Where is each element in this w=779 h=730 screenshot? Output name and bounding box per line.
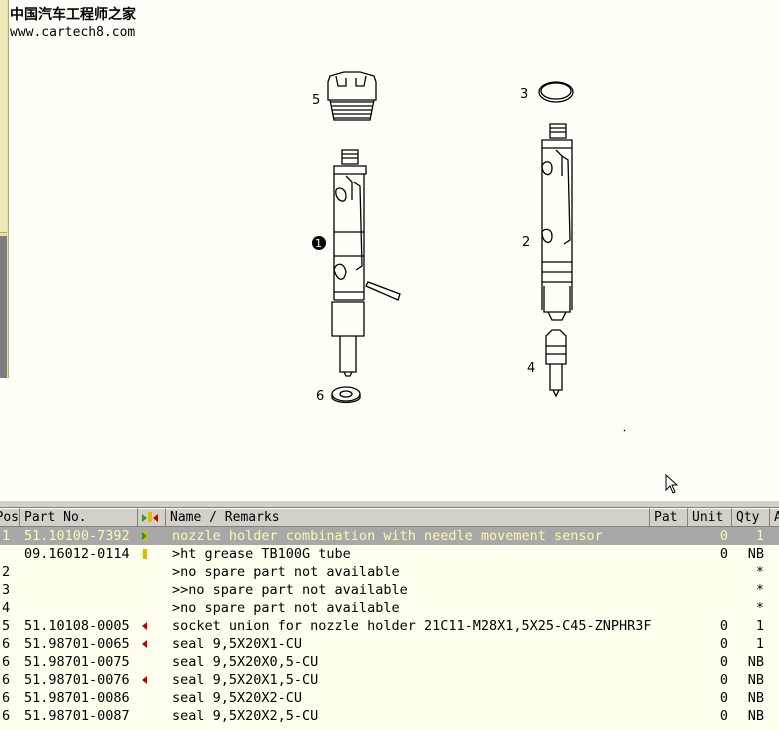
table-row[interactable]: 6 51.98701-0065 seal 9,5X20X1-CU 0 1 (0, 635, 779, 653)
flag-icon (143, 549, 147, 559)
callout-2: 2 (522, 235, 530, 250)
table-row[interactable]: 3 >>no spare part not available * (0, 581, 779, 599)
cell-unit: 0 (719, 708, 728, 724)
cell-name-remarks: >no spare part not available (172, 600, 400, 616)
cell-unit: 0 (719, 528, 728, 544)
header-pat[interactable]: Pat (650, 508, 688, 527)
cell-qty: * (755, 600, 764, 616)
cell-unit: 0 (719, 672, 728, 688)
cell-name-remarks: seal 9,5X20X2-CU (172, 690, 303, 706)
cell-name-remarks: seal 9,5X20X2,5-CU (172, 708, 319, 724)
callout-4: 4 (527, 361, 535, 376)
cell-part-no: 51.98701-0086 (24, 690, 130, 706)
cell-pos: 5 (2, 618, 11, 634)
cell-qty: NB (747, 690, 764, 706)
cell-pos: 6 (2, 636, 11, 652)
part-5-socket-union[interactable] (327, 71, 377, 121)
diagram-drawing: 5 1 6 3 2 4 (312, 71, 626, 432)
table-row[interactable]: 6 51.98701-0075 seal 9,5X20X0,5-CU 0 NB (0, 653, 779, 671)
part-3-ring[interactable] (538, 81, 574, 103)
cell-qty: NB (747, 672, 764, 688)
cell-name-remarks: seal 9,5X20X1-CU (172, 636, 303, 652)
cell-part-no: 51.98701-0087 (24, 708, 130, 724)
cell-pos: 6 (2, 672, 11, 688)
cell-part-no: 51.98701-0065 (24, 636, 130, 652)
cell-part-no: 51.10108-0005 (24, 618, 130, 634)
cell-pos: 6 (2, 708, 11, 724)
cell-part-no: 51.98701-0076 (24, 672, 130, 688)
mouse-cursor-icon (665, 474, 679, 494)
cell-qty: 1 (755, 528, 764, 544)
callout-5: 5 (312, 93, 320, 108)
parts-table: Pos Part No. Name / Remarks Pat Unit Qty… (0, 508, 779, 730)
header-part-no[interactable]: Part No. (20, 508, 138, 527)
cell-part-no: 51.98701-0075 (24, 654, 130, 670)
cell-name-remarks: seal 9,5X20X1,5-CU (172, 672, 319, 688)
cell-qty: NB (747, 708, 764, 724)
table-row[interactable]: 2 >no spare part not available * (0, 563, 779, 581)
header-name-remarks[interactable]: Name / Remarks (166, 508, 650, 527)
header-qty[interactable]: Qty (732, 508, 770, 527)
cell-qty: 1 (755, 618, 764, 634)
part-4-nozzle[interactable] (545, 329, 567, 398)
forward-arrow-icon (142, 532, 147, 540)
cell-unit: 0 (719, 546, 728, 562)
header-unit[interactable]: Unit (688, 508, 732, 527)
cell-unit: 0 (719, 690, 728, 706)
exploded-parts-diagram[interactable]: 中国汽车工程师之家 www.cartech8.com 5 1 6 3 2 4 (0, 0, 779, 500)
table-row[interactable]: 6 51.98701-0076 seal 9,5X20X1,5-CU 0 NB (0, 671, 779, 689)
cell-qty: 1 (755, 636, 764, 652)
back-icon (153, 514, 158, 522)
header-indicator[interactable] (138, 508, 166, 527)
header-extra[interactable]: A (770, 508, 779, 527)
cell-unit: 0 (719, 618, 728, 634)
cell-name-remarks: socket union for nozzle holder 21C11-M28… (172, 618, 652, 634)
callout-6: 6 (316, 389, 324, 404)
cell-part-no: 09.16012-0114 (24, 546, 130, 562)
cell-name-remarks: >no spare part not available (172, 564, 400, 580)
cell-qty: NB (747, 654, 764, 670)
part-2-holder-body[interactable] (541, 123, 573, 321)
back-arrow-icon (142, 676, 147, 684)
flag-icon (148, 512, 152, 522)
cell-qty: NB (747, 546, 764, 562)
cell-pos: 6 (2, 654, 11, 670)
table-row[interactable]: 6 51.98701-0086 seal 9,5X20X2-CU 0 NB (0, 689, 779, 707)
cell-unit: 0 (719, 654, 728, 670)
forward-icon (142, 514, 147, 522)
cell-pos: 1 (2, 528, 11, 544)
cell-pos: 2 (2, 564, 11, 580)
cell-name-remarks: seal 9,5X20X0,5-CU (172, 654, 319, 670)
cell-pos: 4 (2, 600, 11, 616)
part-6-seal[interactable] (331, 386, 361, 404)
header-pos[interactable]: Pos (0, 508, 20, 527)
cell-qty: * (755, 564, 764, 580)
table-row[interactable]: 4 >no spare part not available * (0, 599, 779, 617)
table-row[interactable]: 1 51.10100-7392 nozzle holder combination … (0, 527, 779, 545)
cell-unit: 0 (719, 636, 728, 652)
table-row[interactable]: 6 51.98701-0087 seal 9,5X20X2,5-CU 0 NB (0, 707, 779, 725)
cell-part-no: 51.10100-7392 (24, 528, 130, 544)
cell-pos: 3 (2, 582, 11, 598)
callout-3: 3 (520, 87, 528, 102)
cell-name-remarks: nozzle holder combination with needle mo… (172, 528, 603, 544)
cell-qty: * (755, 582, 764, 598)
back-arrow-icon (142, 622, 147, 630)
pane-splitter[interactable] (0, 500, 779, 508)
cell-pos: 6 (2, 690, 11, 706)
back-arrow-icon (142, 640, 147, 648)
cell-name-remarks: >>no spare part not available (172, 582, 408, 598)
table-row[interactable]: 09.16012-0114 >ht grease TB100G tube 0 NB (0, 545, 779, 563)
cell-name-remarks: >ht grease TB100G tube (172, 546, 351, 562)
callout-1: 1 (315, 237, 322, 250)
part-1-nozzle-holder[interactable] (331, 149, 401, 377)
table-row[interactable]: 5 51.10108-0005 socket union for nozzle ho… (0, 617, 779, 635)
